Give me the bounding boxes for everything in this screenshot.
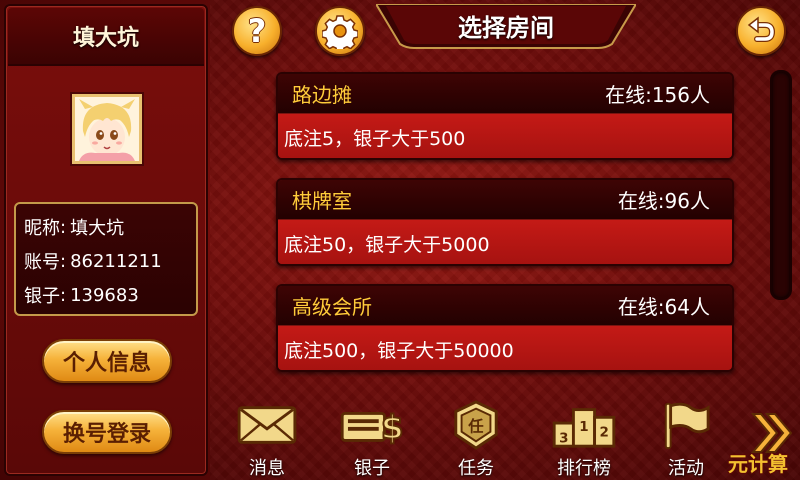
podium-icon: 3 1 2 [552, 408, 616, 448]
question-icon: ? [247, 12, 267, 50]
nav-label: 活动 [668, 458, 704, 479]
account-value: 86211211 [70, 250, 162, 272]
nav-label: 排行榜 [557, 458, 611, 479]
room-header: 高级会所 在线:64人 [278, 286, 732, 326]
task-badge-icon: 任 [454, 400, 498, 450]
back-arrow-icon [747, 16, 776, 42]
room-description: 底注50，银子大于5000 [278, 220, 732, 264]
room-online-count: 在线:64人 [617, 295, 710, 319]
silver-value: 139683 [70, 284, 139, 306]
svg-text:任: 任 [467, 417, 484, 436]
info-label: 银子 [24, 286, 60, 307]
info-row-nickname: 昵称 : 填大坑 [24, 210, 188, 244]
profile-title: 填大坑 [72, 26, 139, 51]
room-header: 路边摊 在线:156人 [278, 74, 732, 114]
info-separator: : [60, 284, 67, 306]
nav-label: 任务 [458, 458, 494, 479]
player-info-box: 昵称 : 填大坑 账号 : 86211211 银子 : 139683 [14, 202, 198, 316]
title-banner: 选择房间 [374, 3, 638, 50]
nav-label: 银子 [354, 458, 390, 479]
room-card-chess-room[interactable]: 棋牌室 在线:96人 底注50，银子大于5000 [276, 178, 734, 266]
switch-account-button[interactable]: 换号登录 [42, 410, 172, 454]
room-description: 底注5，银子大于500 [278, 114, 732, 158]
profile-title-bar: 填大坑 [8, 8, 204, 66]
nav-label: 消息 [249, 458, 285, 479]
svg-text:$: $ [381, 408, 404, 446]
avatar-image [75, 97, 139, 161]
room-header: 棋牌室 在线:96人 [278, 180, 732, 220]
profile-panel: 填大坑 昵称 : 填大坑 账号 : 86211211 银子: 139683 个… [4, 4, 208, 476]
info-row-account: 账号 : 86211211 [24, 244, 188, 278]
svg-text:3: 3 [559, 431, 568, 446]
room-online-count: 在线:156人 [605, 83, 710, 107]
room-description: 底注500，银子大于50000 [278, 326, 732, 370]
info-separator: : [60, 250, 67, 272]
nav-leaderboard[interactable]: 3 1 2 排行榜 [539, 392, 629, 480]
bottom-nav: 消息 $ 银子 任 任务 3 1 2 排行榜 活动 [210, 392, 800, 480]
back-button[interactable] [736, 6, 786, 56]
watermark: 元计算 [728, 452, 788, 476]
room-name: 棋牌室 [292, 189, 352, 213]
nav-silver[interactable]: $ 银子 [327, 392, 417, 480]
info-row-silver: 银子 : 139683 [24, 278, 188, 312]
page-title: 选择房间 [458, 13, 554, 42]
gear-icon [322, 15, 358, 49]
nav-events[interactable]: 活动 [641, 392, 731, 480]
room-name: 路边摊 [292, 83, 352, 107]
settings-button[interactable] [315, 6, 365, 56]
room-name: 高级会所 [292, 295, 372, 319]
room-online-count: 在线:96人 [617, 189, 710, 213]
svg-text:1: 1 [579, 420, 588, 435]
room-list-scrollbar[interactable] [770, 70, 792, 300]
room-card-roadside[interactable]: 路边摊 在线:156人 底注5，银子大于500 [276, 72, 734, 160]
info-label: 账号 [24, 252, 60, 273]
help-button[interactable]: ? [232, 6, 282, 56]
envelope-icon [237, 406, 297, 444]
avatar [72, 94, 142, 164]
nickname-value: 填大坑 [70, 218, 125, 239]
money-icon: $ [340, 408, 405, 447]
svg-text:2: 2 [600, 426, 609, 441]
info-separator: : [60, 216, 67, 238]
nav-messages[interactable]: 消息 [222, 392, 312, 480]
nav-tasks[interactable]: 任 任务 [431, 392, 521, 480]
info-label: 昵称 [24, 218, 60, 239]
room-card-premium-club[interactable]: 高级会所 在线:64人 底注500，银子大于50000 [276, 284, 734, 372]
profile-info-button[interactable]: 个人信息 [42, 339, 172, 383]
flag-icon [664, 402, 710, 450]
